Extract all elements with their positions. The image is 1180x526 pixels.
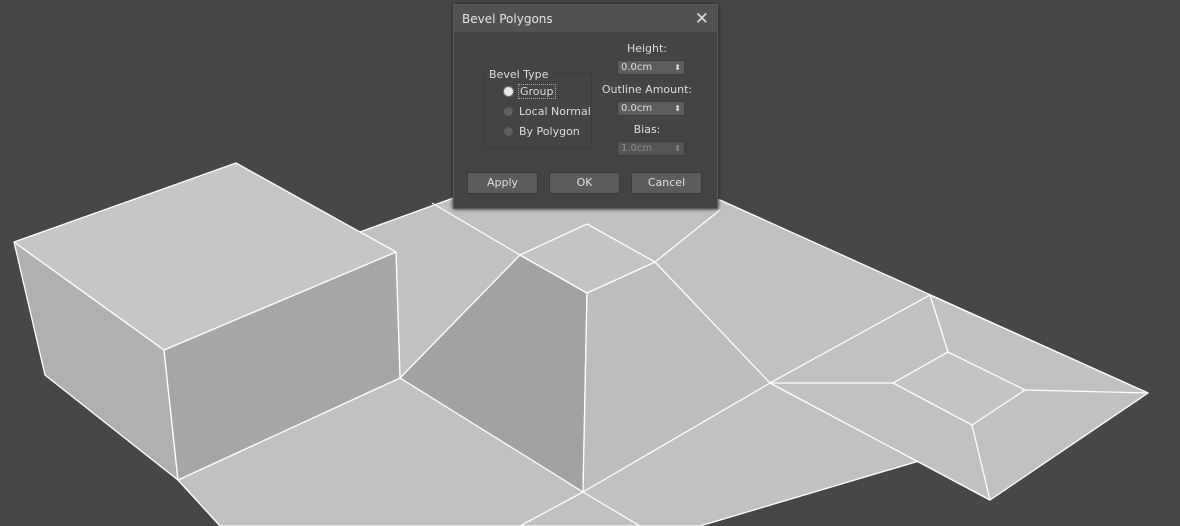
spinner-arrows-icon[interactable]: ⬍ (674, 102, 681, 115)
outline-amount-label: Outline Amount: (601, 83, 693, 96)
bias-label: Bias: (633, 123, 661, 136)
radio-label: Local Normal (519, 105, 591, 118)
bevel-type-label: Bevel Type (487, 68, 551, 81)
cancel-button[interactable]: Cancel (631, 172, 702, 194)
bias-spinner: 1.0cm ⬍ (617, 141, 685, 156)
close-icon[interactable]: ✕ (695, 9, 709, 29)
height-label: Height: (626, 42, 668, 55)
outline-value: 0.0cm (621, 103, 653, 114)
apply-button[interactable]: Apply (467, 172, 538, 194)
bevel-polygons-dialog: Bevel Polygons ✕ Bevel Type Group Local … (453, 4, 718, 209)
bias-value: 1.0cm (621, 143, 653, 154)
spinner-arrows-icon[interactable]: ⬍ (674, 61, 681, 74)
dialog-title: Bevel Polygons (462, 11, 553, 26)
spinner-arrows-icon: ⬍ (674, 144, 681, 153)
radio-by-polygon[interactable]: By Polygon (504, 125, 580, 138)
radio-label: Group (518, 84, 556, 99)
ok-button[interactable]: OK (549, 172, 620, 194)
radio-icon (504, 127, 513, 136)
height-spinner[interactable]: 0.0cm ⬍ (617, 60, 685, 75)
radio-group[interactable]: Group (504, 84, 556, 99)
radio-label: By Polygon (519, 125, 580, 138)
outline-amount-spinner[interactable]: 0.0cm ⬍ (617, 101, 685, 116)
radio-icon (504, 107, 513, 116)
dialog-titlebar[interactable]: Bevel Polygons ✕ (454, 5, 717, 32)
height-value: 0.0cm (621, 62, 653, 73)
radio-local-normal[interactable]: Local Normal (504, 105, 591, 118)
radio-selected-icon (504, 87, 513, 96)
